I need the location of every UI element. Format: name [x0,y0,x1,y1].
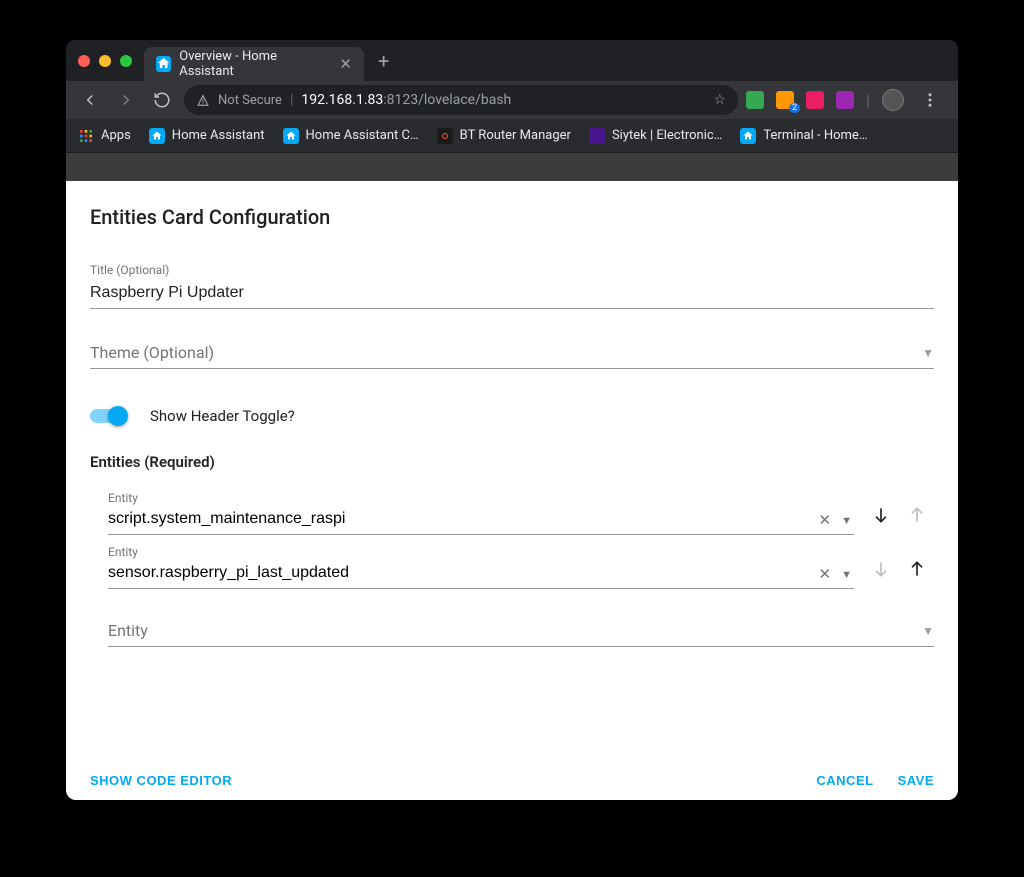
minimize-window-button[interactable] [99,55,111,67]
entity-input-actions: ✕ ▼ [819,565,852,583]
extension-icon[interactable] [806,91,824,109]
page-content: Entities Card Configuration Title (Optio… [66,153,958,800]
title-label: Title (Optional) [90,263,934,277]
url-text: 192.168.1.83:8123/lovelace/bash [301,92,705,108]
site-icon [589,128,605,144]
entity-row: Entity ✕ ▼ [90,545,934,589]
chevron-down-icon[interactable]: ▼ [841,568,852,581]
title-input[interactable] [90,280,934,309]
dialog-heading: Entities Card Configuration [90,205,934,229]
address-bar[interactable]: Not Secure | 192.168.1.83:8123/lovelace/… [184,85,738,115]
bookmark-item[interactable]: Terminal - Home… [740,128,867,144]
back-button[interactable] [76,86,104,114]
window-controls [78,55,132,67]
header-toggle-row: Show Header Toggle? [90,405,934,427]
zoom-window-button[interactable] [120,55,132,67]
profile-avatar[interactable] [882,89,904,111]
bookmark-item[interactable]: Home Assistant C… [283,128,419,144]
browser-window: Overview - Home Assistant ✕ + Not Secure… [66,40,958,800]
theme-select[interactable]: Theme (Optional) ▼ [90,339,934,369]
new-tab-button[interactable]: + [378,49,389,73]
entity-label: Entity [108,491,854,505]
home-assistant-icon [283,128,299,144]
security-label: Not Secure [218,93,282,108]
bookmarks-bar: Apps Home Assistant Home Assistant C… BT… [66,119,958,153]
move-down-icon [871,559,891,583]
separator: | [866,91,870,110]
clear-icon[interactable]: ✕ [819,565,832,583]
entity-reorder [864,559,934,589]
extension-icon[interactable] [746,91,764,109]
chevron-down-icon: ▼ [922,624,934,638]
entity-row: Entity ✕ ▼ [90,491,934,535]
home-assistant-icon [740,128,756,144]
move-down-icon[interactable] [871,505,891,529]
close-tab-icon[interactable]: ✕ [339,55,352,73]
entity-field: Entity ✕ ▼ [108,491,854,535]
save-button[interactable]: Save [898,773,934,788]
header-toggle-switch[interactable] [90,405,128,427]
not-secure-icon [196,93,210,107]
entity-input[interactable] [108,561,854,589]
entity-field: Entity ✕ ▼ [108,545,854,589]
cancel-button[interactable]: Cancel [816,773,873,788]
home-assistant-favicon [156,56,171,72]
entity-input[interactable] [108,507,854,535]
bookmark-item[interactable]: Home Assistant [149,128,265,144]
entity-reorder [864,505,934,535]
bookmark-item[interactable]: Siytek | Electronic… [589,128,722,144]
add-entity-select[interactable]: Entity ▼ [108,617,934,647]
toggle-label: Show Header Toggle? [150,407,295,425]
extension-icon[interactable] [836,91,854,109]
move-up-icon[interactable] [907,559,927,583]
reload-button[interactable] [148,86,176,114]
tab-title: Overview - Home Assistant [179,49,327,79]
apps-icon [78,128,94,144]
chevron-down-icon[interactable]: ▼ [841,514,852,527]
titlebar: Overview - Home Assistant ✕ + [66,40,958,81]
router-icon [437,128,453,144]
entity-label: Entity [108,545,854,559]
close-window-button[interactable] [78,55,90,67]
forward-button[interactable] [112,86,140,114]
home-assistant-icon [149,128,165,144]
browser-menu-icon[interactable] [916,86,944,114]
extension-icons: | [746,86,948,114]
show-code-editor-button[interactable]: Show Code Editor [90,773,232,788]
chevron-down-icon: ▼ [922,346,934,360]
entities-heading: Entities (Required) [90,453,934,471]
separator: | [290,92,293,108]
dialog-footer: Show Code Editor Cancel Save [90,757,934,788]
bookmark-star-icon[interactable]: ☆ [714,92,727,108]
move-up-icon [907,505,927,529]
extension-icon[interactable] [776,91,794,109]
theme-field: Theme (Optional) ▼ [90,339,934,369]
browser-tab[interactable]: Overview - Home Assistant ✕ [144,47,364,81]
clear-icon[interactable]: ✕ [819,511,832,529]
add-entity-field: Entity ▼ [90,617,934,647]
apps-shortcut[interactable]: Apps [78,128,131,144]
card-config-dialog: Entities Card Configuration Title (Optio… [66,181,958,800]
browser-toolbar: Not Secure | 192.168.1.83:8123/lovelace/… [66,81,958,119]
bookmark-item[interactable]: BT Router Manager [437,128,571,144]
title-field: Title (Optional) [90,263,934,309]
entity-input-actions: ✕ ▼ [819,511,852,529]
